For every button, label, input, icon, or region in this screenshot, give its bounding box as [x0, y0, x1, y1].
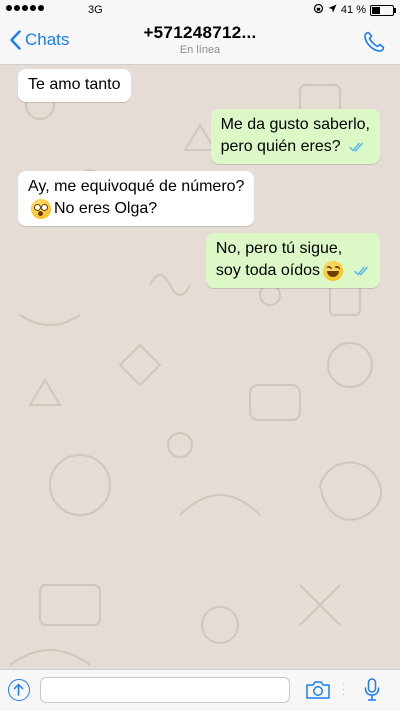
microphone-icon[interactable]	[364, 678, 380, 702]
message-text: No eres Olga?	[54, 200, 158, 217]
outgoing-message[interactable]: Me da gusto saberlo, pero quién eres?	[210, 109, 380, 164]
flushed-face-icon	[31, 199, 51, 219]
back-label: Chats	[25, 30, 70, 49]
chat-header: Chats +571248712... En línea	[0, 20, 400, 65]
location-icon	[328, 4, 337, 16]
share-button[interactable]	[8, 679, 30, 701]
message-text: Te amo tanto	[28, 76, 121, 93]
message-line: Te amo tanto	[28, 74, 121, 96]
outgoing-message[interactable]: No, pero tú sigue, soy toda oídos	[205, 233, 380, 288]
input-bar: · · ·	[0, 669, 400, 711]
status-bar: 3G 41 %	[0, 0, 400, 20]
message-line: pero quién eres?	[221, 136, 370, 158]
status-right: 41 %	[313, 3, 396, 17]
message-line: soy toda oídos	[216, 260, 370, 282]
laughing-face-icon	[323, 261, 343, 281]
message-text: soy toda oídos	[215, 262, 320, 279]
message-line: Ay, me equivoqué de número?	[28, 176, 244, 198]
back-chevron-icon	[10, 30, 21, 50]
message-line: No, pero tú sigue,	[216, 238, 370, 260]
battery-percent: 41 %	[340, 4, 366, 16]
divider-dots: · · ·	[342, 679, 346, 700]
message-text: pero quién eres?	[220, 138, 341, 155]
message-line: Me da gusto saberlo,	[221, 114, 370, 136]
contact-name[interactable]: +571248712...	[110, 23, 290, 43]
message-line: No eres Olga?	[28, 198, 244, 220]
back-button[interactable]: Chats	[10, 30, 69, 50]
camera-icon[interactable]	[305, 680, 331, 700]
carrier-label: 3G	[88, 4, 103, 16]
message-input[interactable]	[40, 677, 290, 703]
share-icon	[13, 683, 24, 696]
message-text: No, pero tú sigue,	[215, 240, 343, 257]
chat-area[interactable]: Te amo tanto Me da gusto saberlo, pero qui…	[0, 65, 400, 670]
battery-icon	[370, 4, 396, 16]
double-check-icon	[348, 142, 363, 152]
signal-strength-icon	[6, 5, 44, 11]
message-text: Me da gusto saberlo,	[220, 116, 370, 133]
phone-icon[interactable]	[362, 30, 386, 54]
incoming-message[interactable]: Te amo tanto	[18, 69, 131, 102]
lock-rotation-icon	[313, 3, 324, 17]
double-check-icon	[354, 266, 368, 276]
incoming-message[interactable]: Ay, me equivoqué de número? No eres Olga?	[18, 171, 255, 226]
message-text: Ay, me equivoqué de número?	[28, 178, 245, 195]
contact-status: En línea	[179, 44, 221, 56]
